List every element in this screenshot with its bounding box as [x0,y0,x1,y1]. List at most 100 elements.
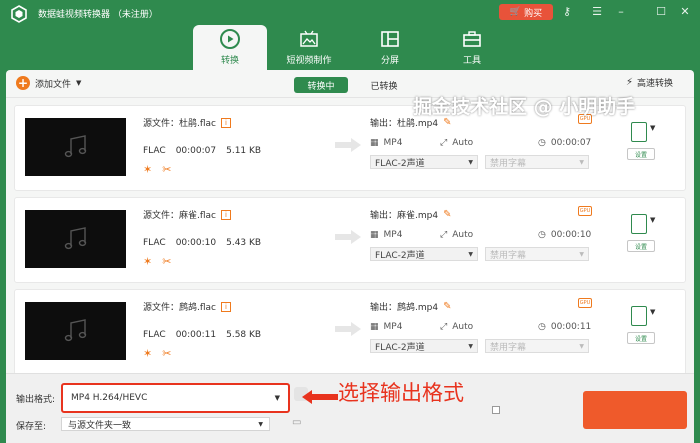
video-maker-icon [300,30,318,47]
tab-label: 转换 [220,56,239,66]
arrow-right-icon [335,138,361,152]
audio-track-select[interactable]: FLAC-2声道 ▼ [370,247,478,261]
hardware-accel-icon: GPU [578,298,592,308]
split-screen-icon [381,31,399,47]
format-file-icon[interactable] [631,214,647,234]
film-icon: ▦ [370,138,379,148]
file-size: 5.11 KB [226,146,262,156]
magic-wand-icon[interactable]: ✶ [143,255,152,268]
output-duration: ◷ 00:00:10 [538,230,592,240]
magic-wand-icon[interactable]: ✶ [143,163,152,176]
audio-track-select[interactable]: FLAC-2声道 ▼ [370,155,478,169]
tab-tools[interactable]: 工具 [435,25,509,70]
tab-converted[interactable]: 已转换 [364,77,404,93]
app-logo-icon [11,5,27,23]
folder-icon[interactable]: ▭ [292,417,306,431]
close-icon[interactable]: ✕ [678,5,692,19]
output-format-select[interactable]: MP4 H.264/HEVC ▼ [61,383,290,413]
chevron-down-icon: ▼ [258,420,263,428]
scissors-icon[interactable]: ✂ [162,347,171,360]
output-duration: ◷ 00:00:11 [538,322,592,332]
tab-converting[interactable]: 转换中 [294,77,348,93]
arrow-left-icon [302,390,338,404]
output-duration: ◷ 00:00:07 [538,138,592,148]
bottom-bar: 输出格式: MP4 H.264/HEVC ▼ 选择输出格式 保存至: 与源文件夹… [6,373,694,443]
codec: FLAC [143,146,166,156]
output-format: ▦ MP4 [370,138,403,148]
pencil-icon[interactable]: ✎ [443,209,451,220]
resolution: ⤢ Auto [440,230,474,240]
subtitle-select[interactable]: 禁用字幕 ▼ [485,247,589,261]
add-file-label: 添加文件 [35,79,72,90]
expand-icon: ⤢ [440,138,448,148]
tab-label: 分屏 [380,56,399,66]
save-to-value: 与源文件夹一致 [68,420,132,431]
duration: 00:00:11 [175,330,217,340]
output-filename: 输出：麻雀.mp4 [370,211,439,221]
merge-checkbox[interactable] [492,406,500,414]
chevron-down-icon: ▼ [76,79,82,87]
toolbox-icon [463,31,481,47]
clock-icon: ◷ [538,230,546,240]
settings-button[interactable]: 设置 [627,332,655,344]
add-file-button[interactable]: + 添加文件 ▼ [16,76,81,90]
scissors-icon[interactable]: ✂ [162,163,171,176]
chevron-down-icon: ▼ [579,342,584,350]
film-icon: ▦ [370,230,379,240]
tab-video-maker[interactable]: 短视频制作 [272,25,346,70]
maximize-icon[interactable]: ☐ [654,5,668,19]
audio-track-select[interactable]: FLAC-2声道 ▼ [370,339,478,353]
music-note-icon [64,319,86,342]
source-filename: 源文件：杜鹃.flac [143,119,216,129]
menu-icon[interactable]: ☰ [590,5,604,19]
chevron-down-icon: ▼ [579,250,584,258]
subtitle-select[interactable]: 禁用字幕 ▼ [485,155,589,169]
output-format-label: 输出格式: [16,395,56,405]
file-row[interactable]: 源文件：麻雀.flac i FLAC 00:00:10 5.43 KB ✶ ✂ 输出… [14,197,686,283]
subtitle-select[interactable]: 禁用字幕 ▼ [485,339,589,353]
info-icon[interactable]: i [221,301,231,312]
save-to-select[interactable]: 与源文件夹一致 ▼ [61,417,270,431]
resolution: ⤢ Auto [440,322,474,332]
chevron-down-icon[interactable]: ▼ [650,216,655,224]
high-speed-label: 高速转换 [637,79,674,89]
high-speed-convert-button[interactable]: ⚡ 高速转换 [626,76,673,89]
thumbnail [25,302,126,360]
tab-label: 工具 [462,56,481,66]
settings-button[interactable]: 设置 [627,240,655,252]
resolution: ⤢ Auto [440,138,474,148]
key-icon[interactable]: ⚷ [560,5,574,19]
chevron-down-icon: ▼ [468,342,473,350]
pencil-icon[interactable]: ✎ [443,301,451,312]
minimize-icon[interactable]: – [614,5,628,19]
tab-label: 短视频制作 [286,56,332,66]
file-size: 5.58 KB [226,330,262,340]
lightning-icon: ⚡ [626,77,634,88]
thumbnail [25,118,126,176]
codec: FLAC [143,330,166,340]
file-row[interactable]: 源文件：鹧鸪.flac i FLAC 00:00:11 5.58 KB ✶ ✂ 输出… [14,289,686,375]
format-file-icon[interactable] [631,306,647,326]
info-icon[interactable]: i [221,117,231,128]
film-icon: ▦ [370,322,379,332]
chevron-down-icon[interactable]: ▼ [650,308,655,316]
tab-convert[interactable]: 转换 [193,25,267,70]
clock-icon: ◷ [538,322,546,332]
magic-wand-icon[interactable]: ✶ [143,347,152,360]
chevron-down-icon[interactable]: ▼ [650,124,655,132]
clock-icon: ◷ [538,138,546,148]
tab-split-screen[interactable]: 分屏 [353,25,427,70]
codec: FLAC [143,238,166,248]
format-file-icon[interactable] [631,122,647,142]
scissors-icon[interactable]: ✂ [162,255,171,268]
buy-label: 购买 [524,8,543,19]
source-filename: 源文件：鹧鸪.flac [143,303,216,313]
main-panel: + 添加文件 ▼ 转换中 已转换 ⚡ 高速转换 源文件：杜鹃.flac i FLA… [6,70,694,443]
save-to-label: 保存至: [16,422,47,432]
app-title: 数据蛙视频转换器 （未注册） [38,10,158,20]
info-icon[interactable]: i [221,209,231,220]
buy-button[interactable]: 🛒 购买 [499,4,553,20]
settings-button[interactable]: 设置 [627,148,655,160]
title-bar: 数据蛙视频转换器 （未注册） 🛒 购买 ⚷ ☰ – ☐ ✕ 转换 短视频制作 分… [0,0,700,70]
convert-all-button[interactable] [583,391,687,429]
